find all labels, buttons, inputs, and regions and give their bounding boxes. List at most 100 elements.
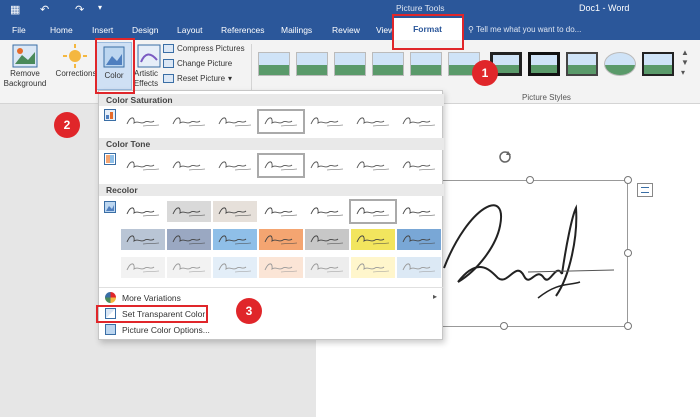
tab-file[interactable]: File: [12, 25, 26, 35]
resize-handle[interactable]: [624, 249, 632, 257]
color-swatch[interactable]: [349, 199, 397, 224]
picture-color-options-item[interactable]: Picture Color Options...: [105, 324, 210, 335]
picture-selection-frame[interactable]: [432, 180, 628, 327]
color-swatch[interactable]: [305, 111, 349, 132]
change-picture-button[interactable]: Change Picture: [163, 59, 232, 68]
recolor-header: Recolor: [99, 184, 444, 196]
corrections-icon: [63, 44, 87, 68]
color-swatch[interactable]: [121, 201, 165, 222]
callout-box-color-button: [95, 38, 135, 94]
compress-pictures-label: Compress Pictures: [177, 44, 245, 53]
reset-picture-label: Reset Picture: [177, 74, 226, 83]
picture-style-thumb[interactable]: [604, 52, 636, 76]
color-swatch[interactable]: [167, 257, 211, 278]
reset-picture-icon: [163, 74, 174, 83]
color-swatch[interactable]: [213, 257, 257, 278]
callout-box-set-transparent-color: [96, 305, 208, 323]
color-swatch[interactable]: [397, 155, 441, 176]
color-swatch[interactable]: [397, 257, 441, 278]
submenu-arrow-icon: ▸: [433, 292, 438, 301]
color-swatch[interactable]: [121, 155, 165, 176]
color-swatch[interactable]: [167, 155, 211, 176]
picture-style-thumb[interactable]: [528, 52, 560, 76]
layout-options-icon[interactable]: [637, 183, 653, 197]
color-swatch[interactable]: [305, 201, 349, 222]
remove-background-icon: [12, 44, 38, 68]
color-swatch[interactable]: [257, 153, 305, 178]
rotate-handle-icon[interactable]: [498, 150, 512, 164]
color-swatch[interactable]: [167, 201, 211, 222]
color-swatch[interactable]: [259, 229, 303, 250]
color-swatch[interactable]: [257, 109, 305, 134]
tab-layout[interactable]: Layout: [177, 25, 203, 35]
qat-dropdown-icon[interactable]: ▾: [98, 3, 102, 12]
color-swatch[interactable]: [167, 111, 211, 132]
picture-style-thumb[interactable]: [566, 52, 598, 76]
color-swatch[interactable]: [305, 257, 349, 278]
color-swatch[interactable]: [351, 155, 395, 176]
callout-badge-2: 2: [54, 112, 80, 138]
picture-style-thumb[interactable]: [258, 52, 290, 76]
color-swatch[interactable]: [121, 229, 165, 250]
color-swatch[interactable]: [121, 111, 165, 132]
context-tools-label: Picture Tools: [396, 3, 445, 13]
picture-style-thumb[interactable]: [642, 52, 674, 76]
color-dropdown-menu: Color Saturation Color Tone Recolor More…: [98, 90, 444, 340]
color-swatch[interactable]: [305, 229, 349, 250]
redo-icon[interactable]: ↷: [75, 3, 84, 16]
picture-style-thumb[interactable]: [334, 52, 366, 76]
color-swatch[interactable]: [167, 229, 211, 250]
color-swatch[interactable]: [397, 229, 441, 250]
color-swatch[interactable]: [351, 111, 395, 132]
color-swatch[interactable]: [213, 229, 257, 250]
color-swatch[interactable]: [121, 257, 165, 278]
picture-style-thumb[interactable]: [296, 52, 328, 76]
more-variations-label: More Variations: [122, 292, 181, 303]
remove-background-button[interactable]: Remove Background: [0, 69, 50, 89]
reset-picture-button[interactable]: Reset Picture ▾: [163, 74, 232, 83]
color-tone-icon: [104, 153, 116, 165]
color-swatch[interactable]: [213, 111, 257, 132]
more-variations-item[interactable]: More Variations: [105, 292, 181, 303]
tell-me-text: Tell me what you want to do...: [475, 25, 582, 34]
picture-color-options-icon: [105, 324, 116, 335]
color-swatch[interactable]: [397, 201, 441, 222]
color-swatch[interactable]: [351, 229, 395, 250]
tab-home[interactable]: Home: [50, 25, 73, 35]
picture-styles-scroll-icon[interactable]: ▲ ▼ ▾: [681, 48, 689, 78]
corrections-button[interactable]: Corrections: [52, 69, 100, 79]
color-saturation-header: Color Saturation: [99, 94, 444, 106]
tell-me-search[interactable]: ⚲ Tell me what you want to do...: [468, 25, 581, 34]
tab-insert[interactable]: Insert: [92, 25, 113, 35]
color-swatch[interactable]: [305, 155, 349, 176]
tab-mailings[interactable]: Mailings: [281, 25, 312, 35]
compress-pictures-icon: [163, 44, 174, 53]
save-icon[interactable]: ▦: [10, 3, 20, 16]
picture-color-options-label: Picture Color Options...: [122, 324, 210, 335]
callout-badge-1: 1: [472, 60, 498, 86]
resize-handle[interactable]: [624, 176, 632, 184]
callout-box-format-tab: [392, 14, 464, 50]
picture-style-thumb[interactable]: [372, 52, 404, 76]
reset-picture-dropdown-icon[interactable]: ▾: [228, 74, 232, 83]
title-bar: ▦ ↶ ↷ ▾ Picture Tools Doc1 - Word File H…: [0, 0, 700, 40]
picture-style-thumb[interactable]: [410, 52, 442, 76]
palette-icon: [105, 292, 116, 303]
tab-design[interactable]: Design: [132, 25, 158, 35]
tab-review[interactable]: Review: [332, 25, 360, 35]
picture-styles-group-label: Picture Styles: [522, 93, 571, 102]
color-swatch[interactable]: [259, 257, 303, 278]
color-swatch[interactable]: [351, 257, 395, 278]
color-swatch[interactable]: [213, 201, 257, 222]
menu-separator: [99, 287, 444, 288]
tab-references[interactable]: References: [221, 25, 264, 35]
color-swatch[interactable]: [397, 111, 441, 132]
resize-handle[interactable]: [624, 322, 632, 330]
color-swatch[interactable]: [259, 201, 303, 222]
color-swatch[interactable]: [213, 155, 257, 176]
compress-pictures-button[interactable]: Compress Pictures: [163, 44, 245, 53]
resize-handle[interactable]: [500, 322, 508, 330]
resize-handle[interactable]: [526, 176, 534, 184]
change-picture-label: Change Picture: [177, 59, 233, 68]
undo-icon[interactable]: ↶: [40, 3, 49, 16]
